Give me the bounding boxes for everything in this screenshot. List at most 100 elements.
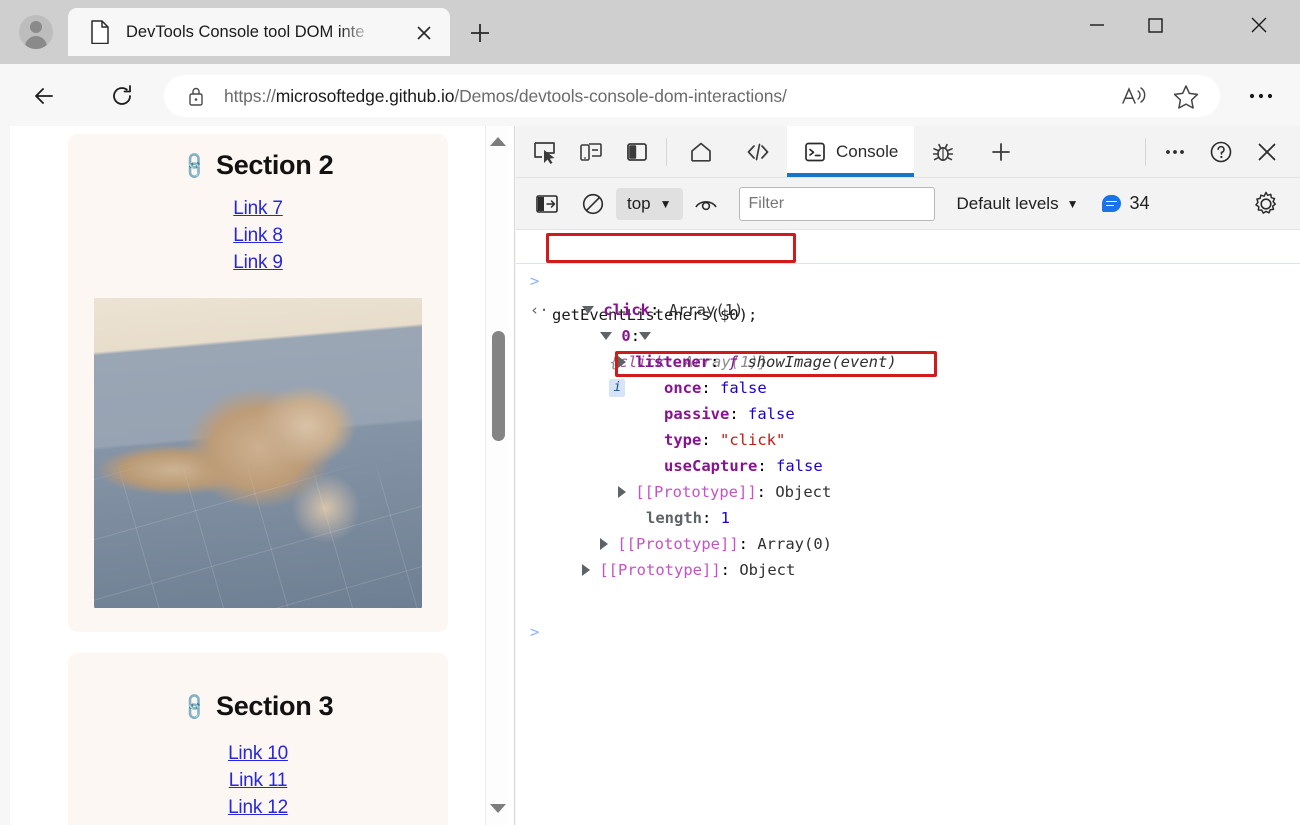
scroll-up-arrow-icon[interactable]	[490, 134, 506, 148]
page-link[interactable]: Link 7	[68, 195, 448, 222]
clear-console-icon[interactable]	[570, 184, 616, 224]
page-link[interactable]: Link 10	[68, 740, 448, 767]
javascript-context-selector[interactable]: top ▼	[616, 187, 683, 220]
tab-title: DevTools Console tool DOM inte	[126, 22, 365, 41]
console-input-row[interactable]: > getEventListeners($0);	[516, 230, 1300, 324]
devtools-tabbar: Console	[516, 126, 1300, 178]
console-tree-row[interactable]: useCapture: false	[516, 453, 1300, 479]
console-tree-row[interactable]: click: Array(1)	[516, 297, 1300, 323]
link-list: Link 7 Link 8 Link 9	[68, 195, 448, 276]
url-text: https://microsoftedge.github.io/Demos/de…	[224, 85, 787, 106]
property-key: passive	[664, 405, 730, 423]
tab-home[interactable]	[673, 126, 729, 177]
dock-side-icon[interactable]	[614, 132, 660, 172]
tab-more-tools[interactable]	[972, 126, 1030, 177]
expand-toggle-icon[interactable]	[582, 305, 594, 314]
lock-icon[interactable]	[186, 85, 206, 107]
page-link[interactable]: Link 8	[68, 222, 448, 249]
console-prompt-row[interactable]: >	[516, 593, 1300, 641]
console-filter-input[interactable]	[738, 186, 935, 221]
chevron-down-icon: ▼	[659, 196, 672, 211]
property-value: 1	[720, 509, 731, 527]
page-link[interactable]: Link 11	[68, 767, 448, 794]
gear-icon[interactable]	[1246, 187, 1286, 221]
address-bar[interactable]: https://microsoftedge.github.io/Demos/de…	[164, 75, 1220, 117]
property-key: 0	[621, 327, 631, 345]
console-output[interactable]: > getEventListeners($0); ‹· {click: Arra…	[516, 230, 1300, 825]
property-value: false	[748, 405, 795, 423]
window-close-button[interactable]	[1230, 0, 1288, 50]
page-link[interactable]: Link 12	[68, 794, 448, 821]
log-levels-dropdown[interactable]: Default levels ▼	[957, 194, 1079, 214]
expand-toggle-icon[interactable]	[618, 356, 626, 368]
scroll-down-arrow-icon[interactable]	[490, 801, 506, 815]
profile-button[interactable]	[12, 10, 60, 54]
toolbar-divider	[666, 137, 667, 166]
console-tree-row[interactable]: passive: false	[516, 401, 1300, 427]
expand-toggle-icon[interactable]	[582, 564, 590, 576]
content-area: 🔗 Section 2 Link 7 Link 8 Link 9 🔗 Secti…	[0, 126, 1300, 825]
console-result-row[interactable]: ‹· {click: Array(1)} i	[516, 271, 1300, 397]
property-value: showImage(event)	[747, 353, 897, 371]
console-tree-row[interactable]: listener: ƒ showImage(event)	[516, 349, 1300, 377]
page-link[interactable]: Link 9	[68, 249, 448, 276]
console-tree-row[interactable]: once: false	[516, 375, 1300, 401]
console-tree-row[interactable]: [[Prototype]]: Array(0)	[516, 531, 1300, 557]
link-icon[interactable]: 🔗	[178, 690, 211, 723]
property-value: "click"	[720, 431, 786, 449]
cat-photo-image[interactable]	[94, 298, 422, 608]
device-emulation-icon[interactable]	[568, 132, 614, 172]
speech-bubble-icon	[1102, 195, 1122, 212]
section-heading: 🔗 Section 2	[68, 149, 448, 182]
console-tree-row[interactable]: type: "click"	[516, 427, 1300, 453]
link-icon[interactable]: 🔗	[178, 149, 211, 182]
message-count-badge[interactable]: 34	[1102, 193, 1150, 214]
page-scrollbar[interactable]	[485, 126, 509, 825]
property-value: Array(0)	[757, 535, 832, 553]
expand-toggle-icon[interactable]	[618, 486, 626, 498]
section-title: Section 3	[216, 691, 334, 721]
browser-toolbar: https://microsoftedge.github.io/Demos/de…	[0, 64, 1300, 126]
expand-toggle-icon[interactable]	[600, 331, 612, 340]
section-heading: 🔗 Section 3	[68, 690, 448, 723]
chevron-down-icon: ▼	[1066, 196, 1079, 211]
read-aloud-icon[interactable]	[1114, 81, 1154, 111]
new-tab-button[interactable]	[462, 18, 498, 48]
more-options-icon[interactable]	[1152, 132, 1198, 172]
prompt-chevron-icon: >	[530, 623, 540, 641]
eye-icon[interactable]	[683, 184, 729, 224]
tab-console[interactable]: Console	[787, 126, 915, 177]
close-icon[interactable]	[412, 21, 436, 45]
browser-settings-icon[interactable]	[1240, 84, 1282, 108]
property-value: Object	[739, 561, 796, 579]
property-key: click	[603, 301, 651, 319]
reload-button[interactable]	[100, 76, 144, 116]
tab-issues[interactable]	[914, 126, 972, 177]
property-key: listener	[635, 353, 710, 371]
console-tree-row[interactable]: [[Prototype]]: Object	[516, 557, 1300, 583]
help-icon[interactable]	[1198, 132, 1244, 172]
log-levels-label: Default levels	[956, 193, 1059, 213]
property-value: Array(1)	[668, 301, 744, 319]
tab-elements[interactable]	[729, 126, 787, 177]
message-count: 34	[1129, 193, 1150, 213]
link-list: Link 10 Link 11 Link 12	[68, 740, 448, 821]
toolbar-divider	[1145, 137, 1146, 166]
back-button[interactable]	[24, 76, 68, 116]
browser-tab[interactable]: DevTools Console tool DOM inte	[68, 8, 450, 56]
scrollbar-thumb[interactable]	[492, 331, 505, 441]
property-value: false	[776, 457, 823, 475]
console-tree-row[interactable]: length: 1	[516, 505, 1300, 531]
property-value: false	[720, 379, 767, 397]
console-tree-row[interactable]: 0:	[516, 323, 1300, 349]
window-minimize-button[interactable]	[1068, 0, 1126, 50]
console-tree-row[interactable]: [[Prototype]]: Object	[516, 479, 1300, 505]
close-devtools-icon[interactable]	[1244, 132, 1290, 172]
console-sidebar-icon[interactable]	[524, 184, 570, 224]
section-title: Section 2	[216, 150, 334, 180]
inspect-element-icon[interactable]	[522, 132, 568, 172]
expand-toggle-icon[interactable]	[600, 538, 608, 550]
console-object-tree: click: Array(1) 0: listener: ƒ showImage…	[516, 297, 1300, 583]
star-icon[interactable]	[1166, 81, 1206, 111]
window-maximize-button[interactable]	[1126, 0, 1184, 50]
